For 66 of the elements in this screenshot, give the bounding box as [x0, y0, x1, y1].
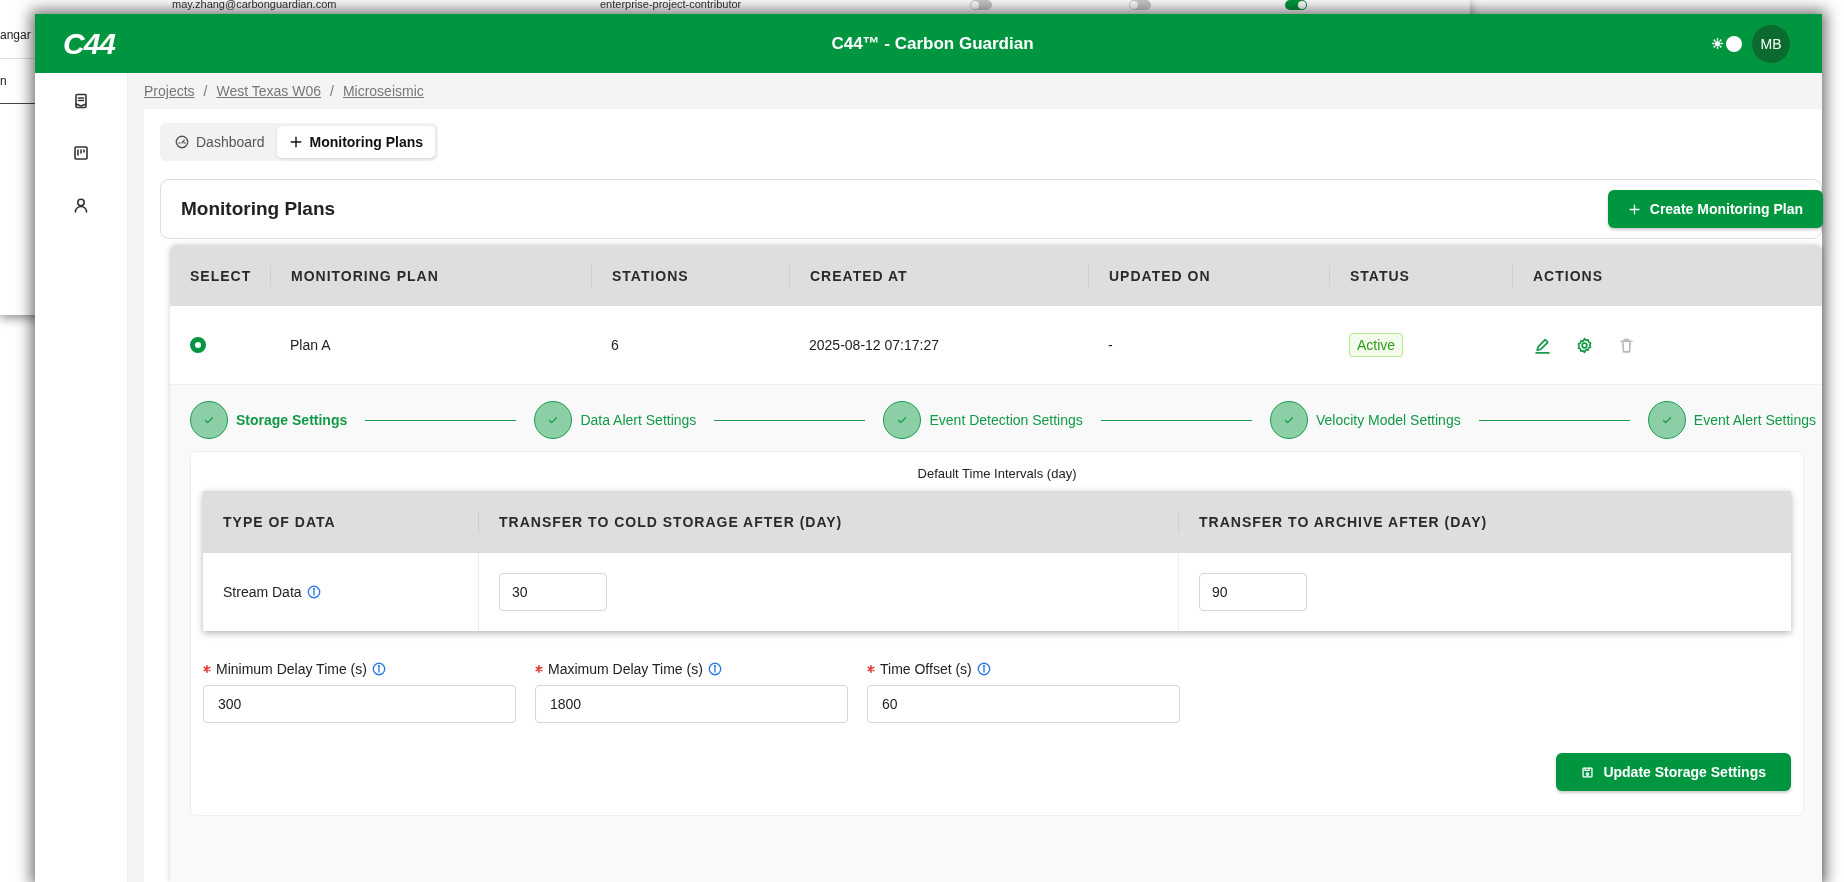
plus-icon — [288, 135, 303, 149]
breadcrumb-link[interactable]: West Texas W06 — [216, 83, 321, 99]
table-cell: may.zhang@carbonguardian.com — [172, 0, 337, 10]
step[interactable]: Velocity Model Settings — [1269, 401, 1461, 439]
column-header: TRANSFER TO ARCHIVE AFTER (DAY) — [1178, 511, 1791, 533]
toggle-switch[interactable] — [1285, 0, 1307, 10]
field-label: Maximum Delay Time (s) — [548, 661, 703, 677]
board-icon[interactable] — [73, 145, 89, 161]
sun-icon — [1712, 38, 1723, 49]
tab[interactable]: Dashboard — [163, 126, 277, 158]
column-header: UPDATED ON — [1088, 264, 1329, 287]
column-header: SELECT — [189, 266, 253, 286]
number-field[interactable]: 30 — [499, 573, 607, 611]
save-icon — [1581, 765, 1595, 779]
table-cell: Stream Data — [223, 584, 302, 600]
breadcrumb-separator: / — [203, 83, 208, 99]
field-label: Minimum Delay Time (s) — [216, 661, 367, 677]
plus-icon — [1627, 202, 1641, 216]
number-field[interactable]: 90 — [1199, 573, 1307, 611]
breadcrumb-link[interactable]: Microseismic — [342, 83, 424, 99]
column-header: STATIONS — [591, 264, 789, 287]
settings-icon[interactable] — [1576, 336, 1593, 354]
info-icon[interactable] — [306, 585, 321, 599]
status-badge: Active — [1349, 333, 1404, 357]
table-cell: 2025-08-12 07:17:27 — [809, 337, 939, 353]
logo[interactable]: C44 — [63, 26, 363, 61]
column-header: STATUS — [1329, 264, 1512, 287]
input-field[interactable]: 60 — [867, 685, 1180, 723]
breadcrumb-separator: / — [330, 83, 334, 99]
user-avatar[interactable]: MB — [1752, 24, 1790, 63]
column-header: TYPE OF DATA — [222, 513, 337, 532]
table-cell: 6 — [611, 337, 619, 353]
user-icon[interactable] — [73, 197, 89, 213]
step[interactable]: Data Alert Settings — [534, 401, 697, 439]
info-icon[interactable] — [371, 662, 386, 676]
step[interactable]: Storage Settings — [190, 401, 348, 439]
gauge-icon — [175, 135, 189, 149]
breadcrumb-link[interactable]: Projects — [144, 83, 195, 99]
document-icon[interactable] — [73, 93, 89, 109]
step[interactable]: Event Detection Settings — [883, 401, 1083, 439]
theme-toggle[interactable] — [1712, 35, 1742, 52]
table-cell: enterprise-project-contributor — [600, 0, 742, 10]
column-header: ACTIONS — [1512, 264, 1822, 287]
field-label: Time Offset (s) — [880, 661, 972, 677]
pencil-icon[interactable] — [1534, 336, 1551, 354]
info-icon[interactable] — [976, 662, 991, 676]
input-field[interactable]: 1800 — [535, 685, 848, 723]
column-header: TRANSFER TO COLD STORAGE AFTER (DAY) — [478, 511, 1178, 533]
step[interactable]: Event Alert Settings — [1647, 401, 1816, 439]
input-field[interactable]: 300 — [203, 685, 516, 723]
radio-button[interactable] — [190, 337, 206, 353]
update-button[interactable]: Update Storage Settings — [1556, 753, 1791, 791]
tab[interactable]: Monitoring Plans — [276, 126, 436, 158]
table-cell: n — [0, 74, 7, 88]
create-button[interactable]: Create Monitoring Plan — [1607, 190, 1823, 228]
info-icon[interactable] — [707, 662, 722, 676]
table-cell: - — [1108, 337, 1113, 353]
table-caption: Default Time Intervals (day) — [916, 466, 1078, 481]
toggle-switch[interactable] — [970, 0, 992, 10]
table-cell: Plan A — [290, 337, 331, 353]
app-title: C44™ - Carbon Guardian — [830, 33, 1035, 54]
table-cell: angar — [0, 28, 31, 42]
column-header: CREATED AT — [789, 264, 1088, 287]
toggle-switch[interactable] — [1129, 0, 1151, 10]
panel-title: Monitoring Plans — [181, 198, 336, 220]
column-header: MONITORING PLAN — [270, 264, 591, 287]
